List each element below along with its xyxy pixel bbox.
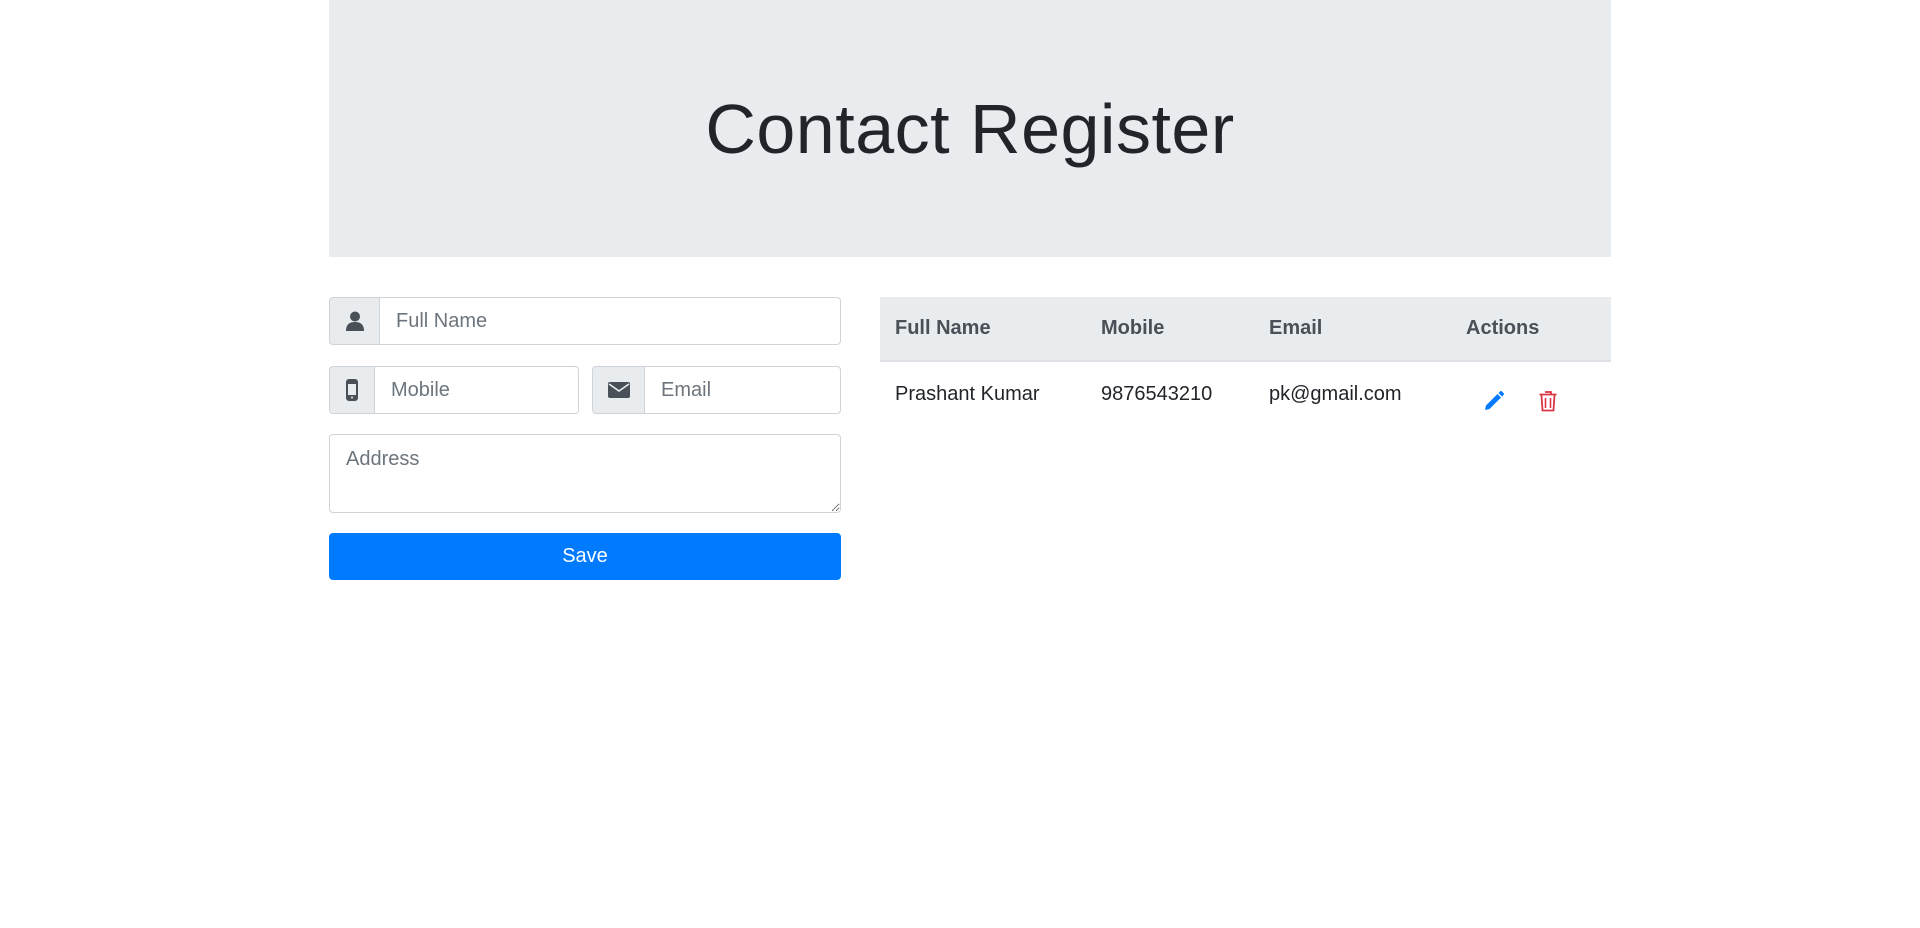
contacts-table-container: Full Name Mobile Email Actions Prashant … [880,297,1611,426]
content-row: Save Full Name Mobile Email Actions Pras… [329,297,1611,597]
column-header-mobile: Mobile [1086,297,1254,362]
pencil-icon[interactable] [1479,386,1509,416]
cell-full-name: Prashant Kumar [895,382,1040,405]
full-name-group [329,297,841,345]
table-row: Prashant Kumar 9876543210 pk@gmail.com [880,361,1611,426]
full-name-input[interactable] [379,297,841,345]
contacts-table: Full Name Mobile Email Actions Prashant … [880,297,1611,426]
user-icon [329,297,379,345]
jumbotron-header: Contact Register [329,0,1611,257]
cell-actions [1451,361,1611,426]
page-container: Contact Register Full Name Mobile Email … [329,0,1611,597]
address-textarea[interactable] [329,434,841,513]
table-header-row: Full Name Mobile Email Actions [880,297,1611,362]
email-input[interactable] [644,366,841,414]
trash-icon[interactable] [1533,386,1563,416]
page-title: Contact Register [705,89,1235,168]
mobile-group [329,366,579,414]
mobile-input[interactable] [374,366,579,414]
email-group [592,366,841,414]
cell-email: pk@gmail.com [1269,382,1402,405]
column-header-full-name: Full Name [880,297,1086,362]
mobile-phone-icon [329,366,374,414]
column-header-email: Email [1254,297,1451,362]
envelope-icon [592,366,644,414]
cell-mobile: 9876543210 [1101,382,1213,405]
save-button[interactable]: Save [329,533,841,580]
column-header-actions: Actions [1451,297,1611,362]
